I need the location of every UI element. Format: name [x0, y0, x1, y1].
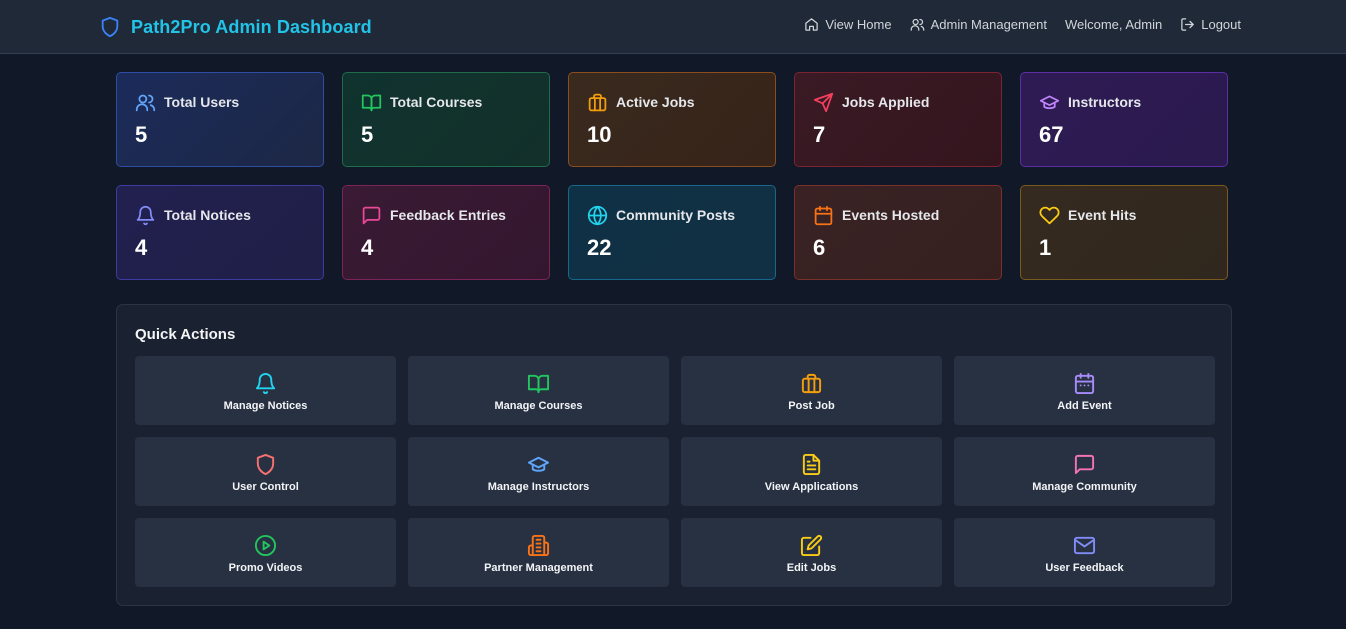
stat-label: Total Users	[164, 94, 240, 110]
action-label: Manage Notices	[223, 399, 308, 412]
stat-label: Instructors	[1068, 94, 1142, 110]
stat-card-instructors: Instructors 67	[1020, 72, 1228, 167]
manage-community-button[interactable]: Manage Community	[954, 437, 1215, 506]
home-icon	[805, 18, 819, 31]
stat-label: Feedback Entries	[390, 207, 506, 223]
stat-value: 5	[361, 122, 374, 147]
stat-label: Community Posts	[616, 207, 736, 223]
book-icon	[361, 94, 382, 111]
action-label: View Applications	[764, 480, 859, 493]
top-navbar: Path2Pro Admin Dashboard View Home Admin…	[0, 0, 1346, 54]
quick-actions-title: Quick Actions	[135, 326, 236, 343]
stat-value: 67	[1039, 122, 1064, 147]
manage-notices-button[interactable]: Manage Notices	[135, 356, 396, 425]
action-label: Post Job	[788, 399, 835, 412]
stat-value: 10	[587, 122, 612, 147]
mail-icon	[1073, 536, 1096, 554]
action-label: Manage Courses	[494, 399, 583, 412]
heart-icon	[1039, 206, 1060, 224]
stats-grid: Total Users 5 Total Courses 5 Active Job…	[116, 72, 1232, 298]
calendar-icon	[1074, 372, 1095, 394]
graduation-cap-icon	[527, 456, 550, 472]
edit-icon	[800, 534, 823, 556]
view-home-link[interactable]: View Home	[804, 17, 892, 32]
stat-card-active-jobs: Active Jobs 10	[568, 72, 776, 167]
stat-value: 4	[361, 235, 374, 260]
user-feedback-button[interactable]: User Feedback	[954, 518, 1215, 587]
edit-jobs-button[interactable]: Edit Jobs	[681, 518, 942, 587]
briefcase-icon	[801, 373, 822, 393]
building-icon	[527, 534, 550, 556]
stat-label: Event Hits	[1068, 207, 1137, 223]
action-label: Manage Instructors	[487, 480, 590, 493]
action-label: User Feedback	[1045, 561, 1124, 574]
add-event-button[interactable]: Add Event	[954, 356, 1215, 425]
logout-label: Logout	[1201, 17, 1241, 32]
stat-card-total-notices: Total Notices 4	[116, 185, 324, 280]
action-label: Partner Management	[484, 561, 593, 574]
message-icon	[362, 206, 381, 224]
stat-value: 7	[813, 122, 826, 147]
quick-actions-panel: Quick Actions Manage Notices Manage Cour…	[116, 304, 1232, 606]
shield-icon	[256, 453, 275, 475]
bell-icon	[136, 205, 155, 225]
stat-value: 1	[1039, 235, 1052, 260]
play-circle-icon	[254, 534, 277, 556]
nav-links: View Home Admin Management Welcome, Admi…	[804, 17, 1241, 32]
stat-card-event-hits: Event Hits 1	[1020, 185, 1228, 280]
file-text-icon	[802, 453, 821, 475]
manage-instructors-button[interactable]: Manage Instructors	[408, 437, 669, 506]
view-applications-button[interactable]: View Applications	[681, 437, 942, 506]
admin-management-label: Admin Management	[930, 17, 1047, 32]
promo-videos-button[interactable]: Promo Videos	[135, 518, 396, 587]
stat-value: 5	[135, 122, 148, 147]
logout-button[interactable]: Logout	[1180, 17, 1241, 32]
bell-icon	[255, 372, 276, 394]
action-label: User Control	[232, 480, 299, 493]
admin-management-link[interactable]: Admin Management	[910, 17, 1047, 32]
send-icon	[813, 92, 834, 112]
brand[interactable]: Path2Pro Admin Dashboard	[99, 14, 372, 40]
user-control-button[interactable]: User Control	[135, 437, 396, 506]
stat-label: Events Hosted	[842, 207, 940, 223]
stat-label: Total Courses	[390, 94, 483, 110]
stat-value: 4	[135, 235, 148, 260]
manage-courses-button[interactable]: Manage Courses	[408, 356, 669, 425]
action-label: Edit Jobs	[786, 561, 837, 574]
stat-card-feedback-entries: Feedback Entries 4	[342, 185, 550, 280]
message-icon	[1074, 454, 1095, 474]
stat-card-jobs-applied: Jobs Applied 7	[794, 72, 1002, 167]
action-label: Manage Community	[1032, 480, 1137, 493]
stat-label: Jobs Applied	[842, 94, 930, 110]
stat-label: Total Notices	[164, 207, 251, 223]
stat-value: 22	[587, 235, 612, 260]
stat-card-community-posts: Community Posts 22	[568, 185, 776, 280]
shield-icon	[101, 16, 119, 38]
post-job-button[interactable]: Post Job	[681, 356, 942, 425]
users-icon	[910, 18, 924, 31]
action-label: Add Event	[1057, 399, 1112, 412]
book-icon	[527, 374, 550, 393]
briefcase-icon	[588, 93, 607, 111]
welcome-text: Welcome, Admin	[1065, 17, 1162, 32]
graduation-cap-icon	[1039, 95, 1060, 109]
view-home-label: View Home	[825, 17, 892, 32]
app-title: Path2Pro Admin Dashboard	[131, 16, 372, 37]
welcome-label: Welcome, Admin	[1064, 17, 1163, 32]
stat-card-events-hosted: Events Hosted 6	[794, 185, 1002, 280]
globe-icon	[587, 205, 608, 225]
logout-icon	[1181, 18, 1194, 31]
users-icon	[135, 94, 156, 111]
stat-label: Active Jobs	[616, 94, 695, 110]
stat-value: 6	[813, 235, 826, 260]
partner-management-button[interactable]: Partner Management	[408, 518, 669, 587]
action-label: Promo Videos	[228, 561, 303, 574]
calendar-icon	[814, 205, 833, 225]
stat-card-total-courses: Total Courses 5	[342, 72, 550, 167]
stat-card-total-users: Total Users 5	[116, 72, 324, 167]
